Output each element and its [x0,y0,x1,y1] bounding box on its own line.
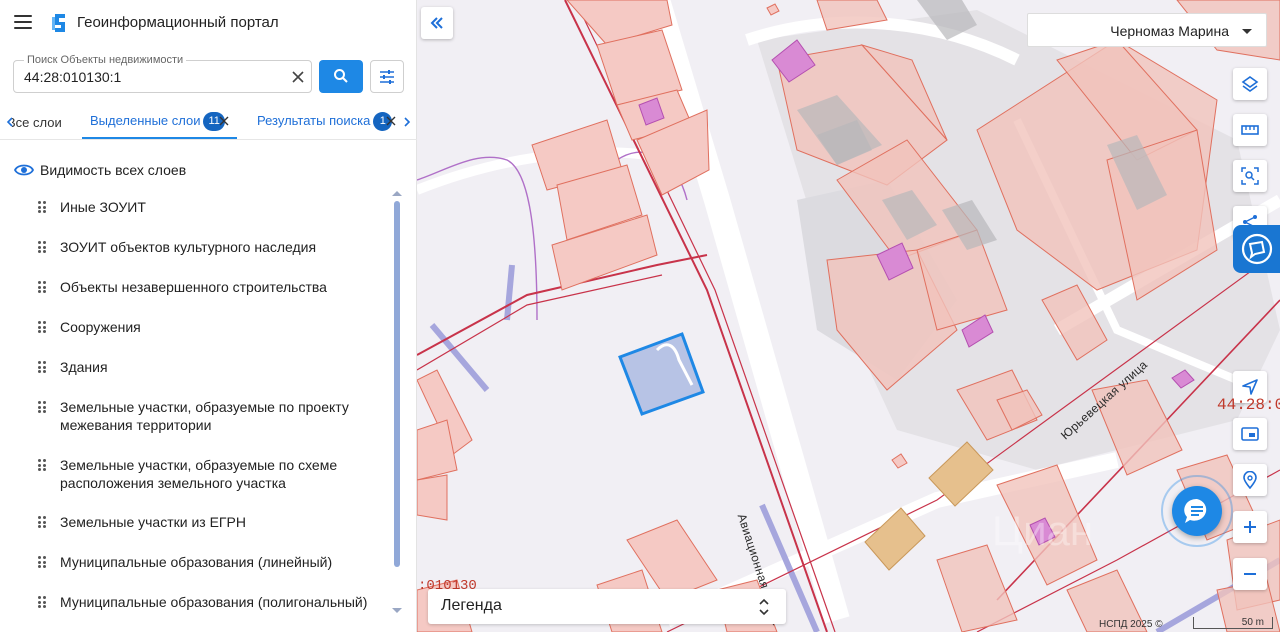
layer-label: Земельные участки, образуемые по схеме р… [60,457,338,491]
filter-button[interactable] [370,60,404,93]
clear-icon[interactable] [290,69,306,85]
layer-label: ЗОУИТ объектов культурного наследия [60,239,317,255]
legend-panel[interactable]: Легенда [428,589,786,624]
zoom-out-button[interactable] [1233,558,1267,590]
layer-label: Здания [60,359,108,375]
layer-label: Сооружения [60,319,141,335]
expand-collapse-icon [759,598,769,616]
eye-icon[interactable] [14,162,34,178]
area-search-icon [1241,167,1259,185]
user-name: Черномаз Марина [1110,23,1229,39]
map-copyright: НСПД 2025 © [1099,619,1163,630]
double-chevron-left-icon [430,17,443,29]
geo-search-button[interactable] [1233,464,1267,496]
scale-bar: 50 m [1193,617,1273,629]
tab-label: Все слои [12,115,62,130]
chat-button[interactable] [1172,486,1222,536]
location-search-icon [1243,471,1257,489]
top-bar: Геоинформационный портал [0,0,417,46]
sidebar: Геоинформационный портал Поиск Объекты н… [0,0,417,632]
legend-label: Легенда [441,597,502,614]
message-icon [1241,233,1273,265]
user-selector[interactable]: Черномаз Марина [1027,13,1267,47]
search-icon [334,69,348,83]
drag-handle-icon[interactable] [38,596,46,608]
close-tab-results-icon[interactable] [386,116,396,126]
chevron-down-icon [1242,29,1252,34]
minimap-button[interactable] [1233,418,1267,450]
layer-label: Муниципальные образования (полигональный… [60,594,368,610]
layers-button[interactable] [1233,68,1267,100]
tab-all-layers[interactable]: Все слои [12,115,67,130]
scale-label: 50 m [1241,617,1264,628]
menu-icon[interactable] [14,15,32,29]
tab-bar: Все слои Выделенные слои 11 Результаты по… [0,104,417,140]
picture-in-picture-icon [1241,427,1259,441]
svg-text:Циан: Циан [992,507,1093,554]
scroll-up-arrow-icon[interactable] [392,191,402,196]
drag-handle-icon[interactable] [38,556,46,568]
map-canvas[interactable]: Циан [417,0,1280,632]
tab-selected-layers[interactable]: Выделенные слои 11 [90,112,225,131]
layer-label: Объекты незавершенного строительства [60,279,327,295]
drag-handle-icon[interactable] [38,459,46,471]
app-logo-icon [52,14,65,32]
collapse-sidebar-button[interactable] [421,7,453,39]
close-tab-selected-icon[interactable] [219,116,229,126]
area-search-button[interactable] [1233,160,1267,192]
drag-handle-icon[interactable] [38,241,46,253]
tab-search-results[interactable]: Результаты поиска 1 [257,112,393,131]
drag-handle-icon[interactable] [38,321,46,333]
search-label: Поиск Объекты недвижимости [24,54,187,66]
minus-icon [1244,573,1256,575]
chat-bubble-icon [1184,498,1207,523]
tabs-right-arrow-icon[interactable] [402,116,412,128]
drag-handle-icon[interactable] [38,516,46,528]
zoom-in-button[interactable] [1233,511,1267,543]
scroll-thumb[interactable] [394,201,400,567]
scroll-down-arrow-icon[interactable] [392,608,402,613]
layer-label: Земельные участки из ЕГРН [60,514,246,530]
side-widget-button[interactable] [1233,225,1280,273]
drag-handle-icon[interactable] [38,361,46,373]
map-graphics: Циан [417,0,1280,632]
layers-icon [1241,76,1259,92]
layer-label: Иные ЗОУИТ [60,199,146,215]
measure-button[interactable] [1233,114,1267,146]
tab-label: Выделенные слои [90,112,201,128]
sliders-icon [380,70,394,84]
search-input[interactable] [24,67,279,87]
search-button[interactable] [319,60,363,93]
visibility-label: Видимость всех слоев [40,162,187,178]
tab-label: Результаты поиска [257,112,371,128]
navigation-arrow-icon [1242,379,1258,395]
app-title: Геоинформационный портал [77,14,279,31]
drag-handle-icon[interactable] [38,401,46,413]
search-field[interactable]: Поиск Объекты недвижимости [13,54,312,93]
layer-label: Земельные участки, образуемые по проекту… [60,399,349,433]
drag-handle-icon[interactable] [38,281,46,293]
plus-icon [1244,521,1256,533]
drag-handle-icon[interactable] [38,201,46,213]
ruler-icon [1241,125,1259,135]
layer-label: Муниципальные образования (линейный) [60,554,333,570]
active-tab-indicator [82,137,237,139]
cadastral-number-label: 44:28:0 [1217,396,1280,414]
